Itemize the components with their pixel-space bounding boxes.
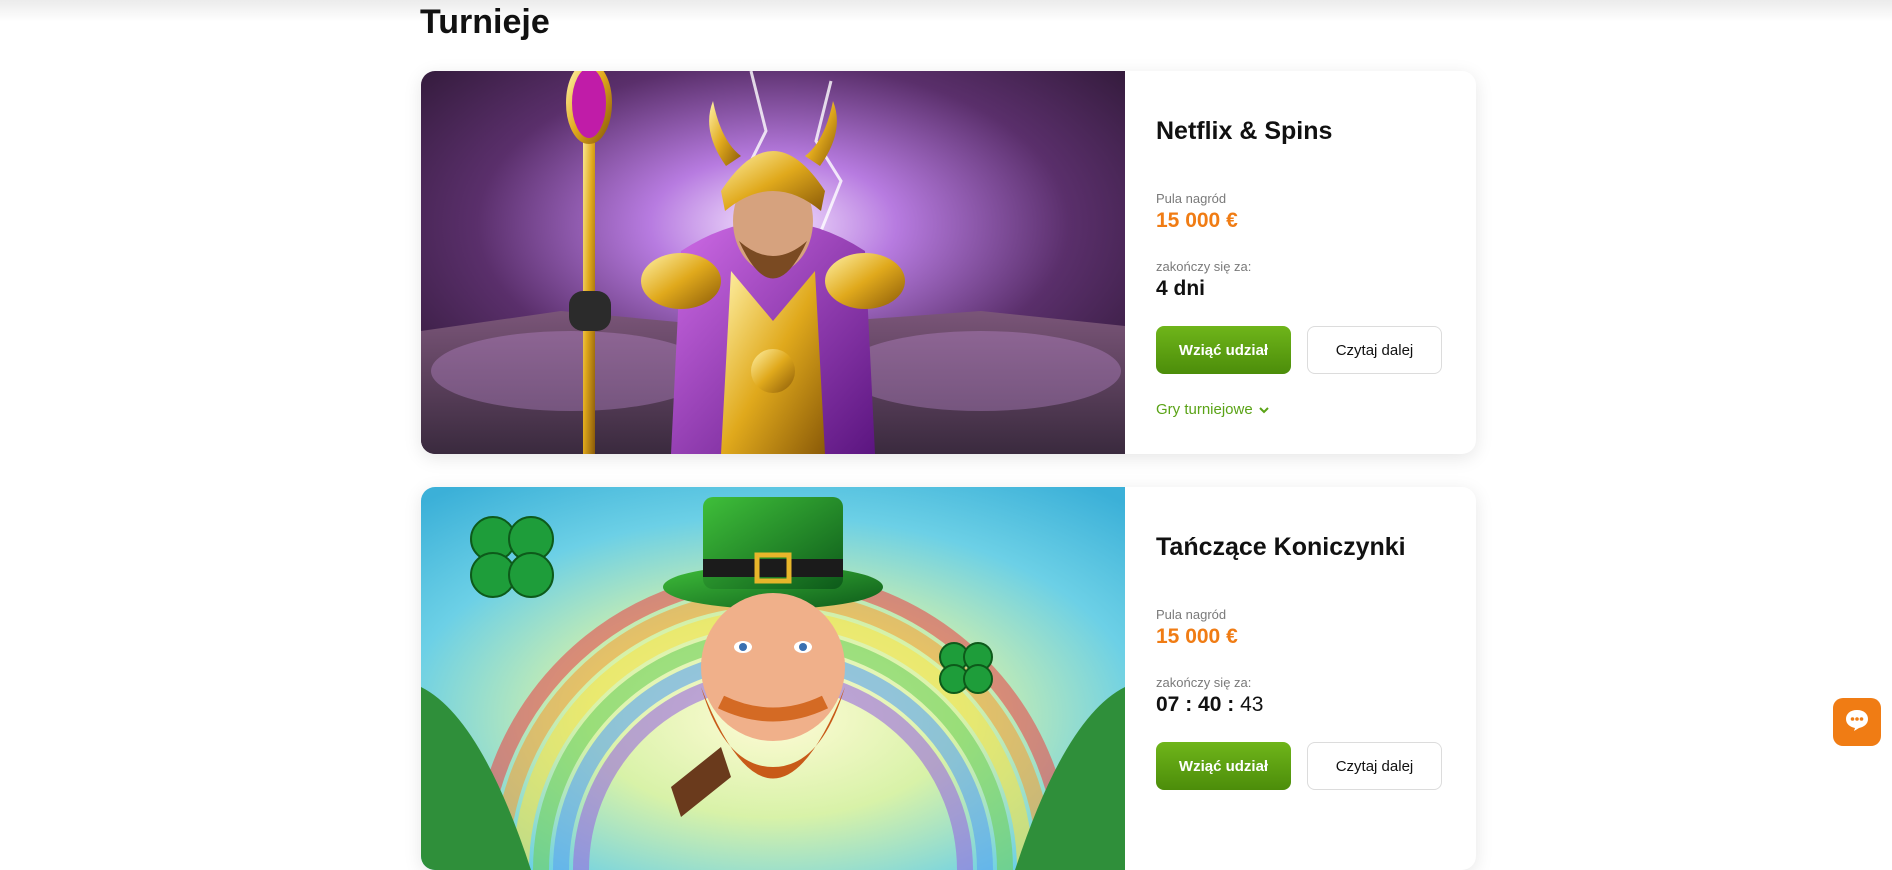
countdown-separator: : [1185,693,1193,716]
tournament-title: Tańczące Koniczynki [1156,533,1406,561]
join-button[interactable]: Wziąć udział [1156,742,1291,790]
prize-pool-value: 15 000 € [1156,209,1238,232]
countdown-separator: : [1227,693,1235,716]
tournament-card: Tańczące Koniczynki Pula nagród 15 000 €… [421,487,1476,870]
countdown-minutes: 40 [1198,693,1222,716]
leprechaun-illustration [421,487,1125,870]
tournament-games-toggle[interactable]: Gry turniejowe [1156,401,1269,418]
countdown-timer: 07 : 40 : 43 [1156,693,1263,717]
tournament-games-label: Gry turniejowe [1156,401,1253,418]
live-chat-button[interactable] [1833,698,1881,746]
tournament-banner-image[interactable] [421,71,1125,454]
countdown-hours: 07 [1156,693,1180,716]
prize-pool-label: Pula nagród [1156,607,1227,622]
tournament-info: Netflix & Spins Pula nagród 15 000 € zak… [1156,71,1456,454]
read-more-button[interactable]: Czytaj dalej [1307,742,1442,790]
tournament-card: Netflix & Spins Pula nagród 15 000 € zak… [421,71,1476,454]
ends-in-value: 4 dni [1156,277,1206,300]
chat-bubble-icon [1844,708,1870,737]
prize-pool-label: Pula nagród [1156,191,1227,206]
viking-warrior-illustration [421,71,1125,454]
chevron-down-icon [1258,405,1269,417]
tournament-title: Netflix & Spins [1156,117,1333,145]
header-shadow [0,0,1892,22]
tournament-banner-image[interactable] [421,487,1125,870]
ends-in-label: zakończy się za: [1156,259,1252,274]
ends-in-label: zakończy się za: [1156,675,1252,690]
prize-pool-value: 15 000 € [1156,625,1238,648]
page-title: Turnieje [420,3,550,41]
tournament-info: Tańczące Koniczynki Pula nagród 15 000 €… [1156,487,1456,870]
read-more-button[interactable]: Czytaj dalej [1307,326,1442,374]
countdown-seconds: 43 [1240,693,1264,716]
join-button[interactable]: Wziąć udział [1156,326,1291,374]
